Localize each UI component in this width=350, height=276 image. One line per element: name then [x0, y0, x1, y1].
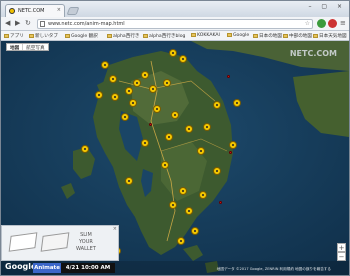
radiation-favicon-icon — [9, 8, 15, 14]
page-icon — [40, 21, 45, 27]
folder-icon — [283, 34, 288, 38]
radiation-marker-icon[interactable] — [141, 71, 149, 79]
bookmark-item[interactable]: alpha西行き — [107, 33, 140, 39]
bookmark-star-icon[interactable]: ☆ — [305, 20, 310, 27]
wallet-image — [8, 232, 38, 252]
wallet-image — [40, 232, 70, 252]
radiation-marker-icon[interactable] — [179, 187, 187, 195]
radiation-marker-icon[interactable] — [203, 123, 211, 131]
radiation-marker-icon[interactable] — [161, 161, 169, 169]
window-controls[interactable]: – ▢ × — [308, 3, 346, 10]
tab-close-icon[interactable]: × — [57, 7, 61, 13]
radiation-marker-icon[interactable] — [121, 113, 129, 121]
radiation-marker-icon[interactable] — [111, 93, 119, 101]
radiation-marker-icon[interactable] — [149, 85, 157, 93]
location-pin-icon[interactable] — [219, 201, 222, 204]
address-bar[interactable]: www.netc.com/anim-map.html ☆ — [37, 19, 313, 29]
radiation-marker-icon[interactable] — [169, 201, 177, 209]
zoom-in-button[interactable]: + — [337, 243, 346, 252]
folder-icon — [191, 33, 196, 37]
location-pin-icon[interactable] — [229, 151, 232, 154]
map-type-satellite[interactable]: 航空写真 — [23, 44, 47, 51]
bookmark-item[interactable]: アプリ — [4, 33, 24, 39]
animate-button[interactable]: Animate — [33, 263, 61, 273]
bookmark-item[interactable]: 新しいタブ — [29, 33, 58, 39]
radiation-marker-icon[interactable] — [129, 99, 137, 107]
map-type-map[interactable]: 地図 — [7, 44, 24, 51]
bookmark-item[interactable]: Google — [227, 33, 249, 38]
tab-title: NETC.COM — [18, 8, 45, 14]
zoom-out-button[interactable]: − — [337, 252, 346, 261]
apps-icon — [4, 34, 9, 38]
radiation-marker-icon[interactable] — [109, 75, 117, 83]
radiation-marker-icon[interactable] — [191, 227, 199, 235]
reload-icon[interactable]: ↻ — [25, 19, 31, 27]
folder-icon — [29, 34, 34, 38]
url-text: www.netc.com/anim-map.html — [48, 21, 125, 27]
radiation-marker-icon[interactable] — [213, 167, 221, 175]
new-tab-button[interactable] — [66, 7, 80, 15]
folder-icon — [227, 33, 232, 37]
radiation-marker-icon[interactable] — [233, 99, 241, 107]
satellite-map[interactable]: 地図 航空写真 NETC.COM SLIM YOUR WALLET × Goog… — [1, 41, 349, 275]
folder-icon — [107, 34, 112, 38]
radiation-marker-icon[interactable] — [185, 207, 193, 215]
ad-close-icon[interactable]: × — [113, 226, 117, 232]
folder-icon — [65, 34, 70, 38]
extension-icon[interactable] — [317, 19, 326, 28]
bookmark-item[interactable]: 日本の地図 — [253, 33, 282, 39]
location-pin-icon[interactable] — [227, 75, 230, 78]
forward-arrow-icon[interactable]: ▶ — [15, 19, 20, 27]
radiation-marker-icon[interactable] — [141, 139, 149, 147]
advertisement-banner[interactable]: SLIM YOUR WALLET × — [1, 225, 119, 261]
menu-icon[interactable]: ≡ — [340, 19, 346, 27]
folder-icon — [253, 34, 258, 38]
radiation-marker-icon[interactable] — [199, 191, 207, 199]
animation-time: 4/21 10:00 AM — [61, 263, 115, 273]
radiation-marker-icon[interactable] — [179, 55, 187, 63]
map-footer: Google Animate 4/21 10:00 AM 地図データ ©2017… — [1, 261, 349, 275]
radiation-marker-icon[interactable] — [163, 79, 171, 87]
bookmarks-bar: アプリ 新しいタブ Google 翻訳 alpha西行き alpha西行きblo… — [1, 31, 349, 41]
extension-icon[interactable] — [328, 19, 337, 28]
radiation-marker-icon[interactable] — [165, 133, 173, 141]
location-pin-icon[interactable] — [149, 123, 152, 126]
radiation-marker-icon[interactable] — [171, 111, 179, 119]
site-logo: NETC.COM — [289, 49, 337, 58]
browser-window: NETC.COM × – ▢ × ◀ ▶ ↻ www.netc.com/anim… — [0, 0, 350, 276]
radiation-marker-icon[interactable] — [177, 237, 185, 245]
browser-toolbar: ◀ ▶ ↻ www.netc.com/anim-map.html ☆ ≡ — [1, 17, 349, 31]
title-bar: NETC.COM × – ▢ × — [1, 1, 349, 17]
map-type-control[interactable]: 地図 航空写真 — [6, 43, 49, 51]
radiation-marker-icon[interactable] — [125, 87, 133, 95]
bookmark-item[interactable]: alpha西行きblog — [143, 33, 185, 39]
radiation-marker-icon[interactable] — [197, 147, 205, 155]
radiation-marker-icon[interactable] — [185, 125, 193, 133]
map-copyright[interactable]: 地図データ ©2017 Google, ZENRIN 利用規約 地図の誤りを報告… — [217, 267, 331, 272]
radiation-marker-icon[interactable] — [101, 61, 109, 69]
ad-text: SLIM YOUR WALLET — [76, 232, 96, 252]
google-logo[interactable]: Google — [5, 262, 36, 271]
radiation-marker-icon[interactable] — [125, 177, 133, 185]
radiation-marker-icon[interactable] — [213, 101, 221, 109]
bookmark-item[interactable]: Google 翻訳 — [65, 33, 98, 39]
radiation-marker-icon[interactable] — [229, 141, 237, 149]
radiation-marker-icon[interactable] — [169, 49, 177, 57]
bookmark-item[interactable]: 中部の地図 — [283, 33, 312, 39]
radiation-marker-icon[interactable] — [153, 105, 161, 113]
browser-tab[interactable]: NETC.COM × — [5, 4, 65, 17]
bookmark-item[interactable]: 日本天気地図 — [313, 33, 347, 39]
radiation-marker-icon[interactable] — [133, 79, 141, 87]
radiation-marker-icon[interactable] — [81, 145, 89, 153]
bookmark-item[interactable]: KOKKAKAI — [191, 33, 220, 38]
back-arrow-icon[interactable]: ◀ — [5, 19, 10, 27]
radiation-marker-icon[interactable] — [95, 91, 103, 99]
folder-icon — [143, 34, 148, 38]
folder-icon — [313, 34, 318, 38]
